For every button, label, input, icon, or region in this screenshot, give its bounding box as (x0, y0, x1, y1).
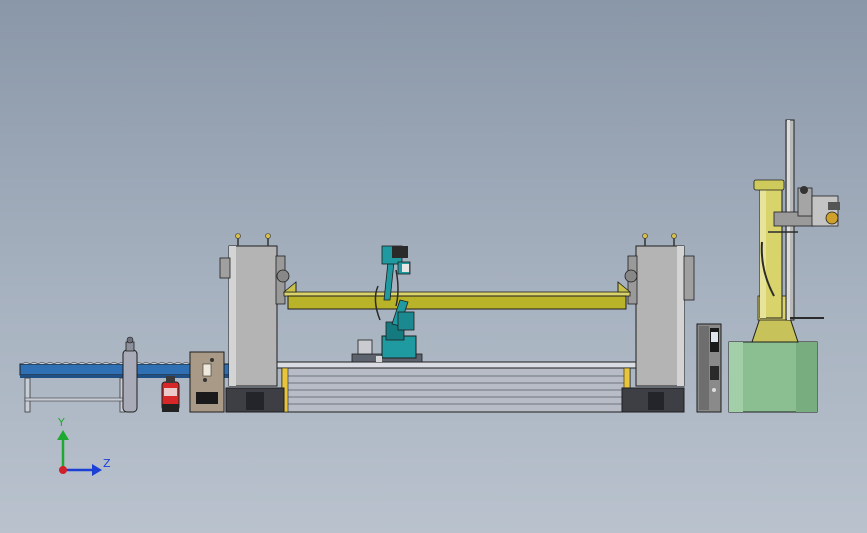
graphics-viewport[interactable]: Y Z (0, 0, 867, 533)
manipulator-base[interactable] (728, 341, 818, 413)
column-boom-manipulator[interactable] (751, 119, 840, 343)
robot-track-base[interactable] (275, 361, 637, 413)
fire-extinguisher[interactable] (161, 376, 180, 412)
view-orientation-triad: Y Z (57, 416, 111, 476)
headstock-positioner[interactable] (219, 233, 290, 413)
assembly-scene[interactable]: Y Z (0, 0, 867, 533)
triad-z-label: Z (103, 457, 111, 470)
triad-x-axis-dot (59, 466, 67, 474)
triad-y-arrowhead (57, 430, 69, 440)
triad-z-arrowhead (92, 464, 102, 476)
robot-controller-cabinet[interactable] (696, 323, 722, 413)
tailstock-positioner[interactable] (621, 233, 695, 413)
welding-power-source[interactable] (189, 351, 225, 413)
gas-cylinder[interactable] (122, 336, 138, 413)
triad-y-label: Y (57, 416, 65, 429)
workpiece-beam[interactable] (282, 281, 632, 310)
